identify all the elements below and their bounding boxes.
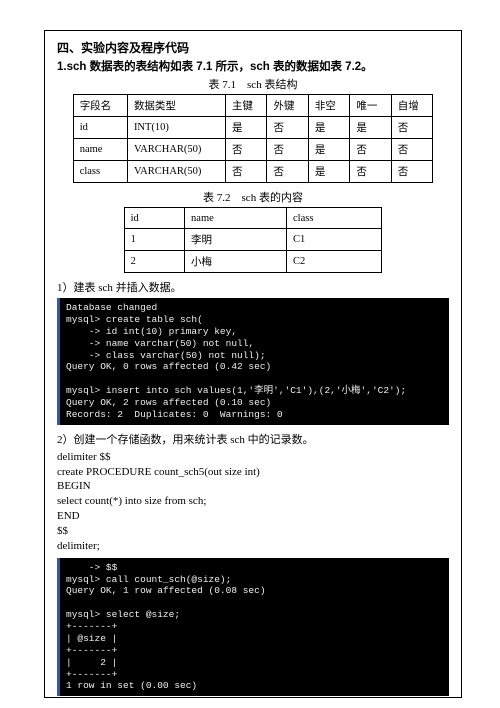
terminal-output-1: Database changed mysql> create table sch…	[57, 298, 449, 425]
table-row: id name class	[124, 208, 382, 229]
table72-caption: 表 7.2 sch 表的内容	[57, 189, 449, 205]
th: id	[124, 208, 184, 229]
th: 非空	[308, 95, 349, 117]
table-72: id name class 1 李明 C1 2 小梅 C2	[124, 207, 383, 273]
terminal-output-2: -> $$ mysql> call count_sch(@size); Quer…	[57, 558, 449, 697]
th: 自增	[391, 95, 433, 117]
th: class	[287, 208, 382, 229]
section-heading: 四、实验内容及程序代码	[57, 39, 449, 56]
item1-heading: 1.sch 数据表的表结构如表 7.1 所示，sch 表的数据如表 7.2。	[57, 58, 449, 74]
table-row: id INT(10) 是 否 是 是 否	[73, 117, 433, 139]
table-row: 字段名 数据类型 主键 外键 非空 唯一 自增	[73, 95, 433, 117]
th: name	[185, 208, 287, 229]
content-frame: 四、实验内容及程序代码 1.sch 数据表的表结构如表 7.1 所示，sch 表…	[44, 30, 462, 698]
th: 唯一	[350, 95, 391, 117]
table-row: class VARCHAR(50) 否 否 是 否 否	[73, 161, 433, 183]
table-row: 2 小梅 C2	[124, 251, 382, 273]
page: 四、实验内容及程序代码 1.sch 数据表的表结构如表 7.1 所示，sch 表…	[0, 0, 500, 708]
table-row: 1 李明 C1	[124, 229, 382, 251]
th: 字段名	[73, 95, 127, 117]
th: 主键	[226, 95, 267, 117]
table-row: name VARCHAR(50) 否 否 是 否 否	[73, 139, 433, 161]
table71-caption: 表 7.1 sch 表结构	[57, 76, 449, 92]
th: 外键	[267, 95, 308, 117]
step1-label: 1）建表 sch 并插入数据。	[57, 279, 449, 295]
step2-label: 2）创建一个存储函数，用来统计表 sch 中的记录数。	[57, 431, 449, 447]
code-block-2: delimiter $$ create PROCEDURE count_sch5…	[57, 450, 449, 554]
table-71: 字段名 数据类型 主键 外键 非空 唯一 自增 id INT(10) 是 否 是…	[73, 94, 434, 183]
th: 数据类型	[127, 95, 225, 117]
